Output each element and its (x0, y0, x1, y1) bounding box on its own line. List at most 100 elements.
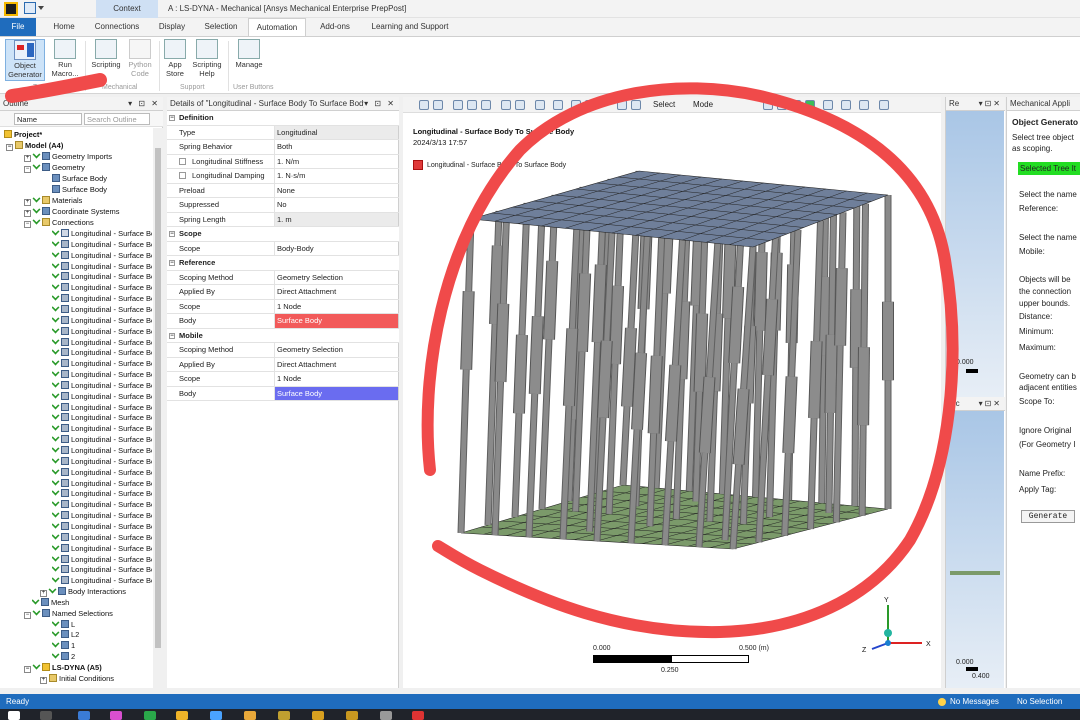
row-mobile-applied-by[interactable]: Applied By Direct Attachment (167, 357, 399, 372)
tab-add-ons[interactable]: Add-ons (312, 18, 358, 36)
tree-item-spring[interactable]: Longitudinal - Surface Body To Surface B… (52, 390, 152, 402)
parameter-checkbox[interactable] (179, 157, 186, 165)
collapse-icon[interactable]: − (169, 260, 175, 266)
browser-icon[interactable] (110, 711, 122, 720)
app-icon[interactable] (380, 711, 392, 720)
row-reference-applied-by[interactable]: Applied By Direct Attachment (167, 285, 399, 300)
tree-item-spring[interactable]: Longitudinal - Surface Body To Surface B… (52, 445, 152, 456)
tree-item-surface-body[interactable]: Surface Body (52, 184, 107, 195)
scripting-button[interactable]: Scripting (88, 39, 124, 69)
python-code-button[interactable]: Python Code (124, 39, 156, 78)
tab-file[interactable]: File (0, 18, 36, 36)
tree-item-geometry[interactable]: − Geometry (24, 162, 85, 173)
tree-item-spring[interactable]: Longitudinal - Surface Body To Surface B… (52, 466, 152, 478)
search-outline-input[interactable]: Search Outline (84, 113, 150, 125)
panel-pin-close-icon[interactable]: ▾ ⊡ ✕ (128, 97, 160, 110)
collapse-icon[interactable]: − (24, 166, 31, 173)
row-spring-behavior[interactable]: Spring Behavior Both (167, 140, 399, 155)
app-icon[interactable] (244, 711, 256, 720)
graphics-viewport[interactable]: Select Mode Longitudinal - Surface Body … (403, 97, 941, 688)
tree-item-surface-body[interactable]: Surface Body (52, 173, 107, 184)
tree-item-spring[interactable]: Longitudinal - Surface Body To Surface B… (52, 314, 152, 326)
tree-item-mesh[interactable]: Mesh (32, 596, 69, 608)
tree-item-spring[interactable]: Longitudinal - Surface Body To Surface B… (52, 347, 152, 358)
status-messages[interactable]: No Messages (950, 694, 999, 709)
tree-item-model[interactable]: − Model (A4) (6, 140, 63, 151)
tree-item-spring[interactable]: Longitudinal - Surface Body To Surface B… (52, 520, 152, 532)
parameter-checkbox[interactable] (179, 172, 186, 179)
tree-item-spring[interactable]: Longitudinal - Surface Body To Surface B… (52, 238, 152, 250)
tree-item-named-selection[interactable]: 1 (52, 640, 75, 651)
tree-item-spring[interactable]: Longitudinal - Surface Body To Surface B… (52, 249, 152, 261)
tab-home[interactable]: Home (44, 18, 84, 36)
scripting-help-button[interactable]: Scripting Help (190, 39, 224, 78)
outline-scrollbar[interactable] (153, 128, 163, 688)
collapse-icon[interactable]: − (169, 332, 175, 339)
quick-access-dropdown-icon[interactable] (38, 6, 44, 10)
tree-item-spring[interactable]: Longitudinal - Surface Body To Surface B… (52, 379, 152, 391)
name-filter-select[interactable]: Name (14, 113, 82, 125)
tree-item-named-selections[interactable]: − Named Selections (24, 607, 113, 619)
save-icon[interactable] (24, 2, 36, 14)
expand-icon[interactable]: + (40, 676, 47, 684)
taskview-icon[interactable] (78, 711, 90, 720)
object-generator-button[interactable]: Object Generator (5, 39, 45, 81)
collapse-icon[interactable]: − (24, 666, 31, 673)
tree-item-spring[interactable]: Longitudinal - Surface Body To Surface B… (52, 260, 152, 272)
row-mobile-body[interactable]: Body Surface Body (167, 386, 399, 401)
panel-pin-close-icon[interactable]: ▾⊡✕ (979, 397, 1002, 410)
search-icon[interactable] (40, 711, 52, 720)
tree-item-spring[interactable]: Longitudinal - Surface Body To Surface B… (52, 477, 152, 489)
reference-body-value[interactable]: Surface Body (274, 314, 398, 328)
tree-item-project[interactable]: Project* (4, 129, 42, 140)
tree-item-geometry-imports[interactable]: + Geometry Imports (24, 151, 112, 162)
row-suppressed[interactable]: Suppressed No (167, 198, 399, 213)
tree-item-coordinate-systems[interactable]: + Coordinate Systems (24, 206, 120, 217)
tree-item-spring[interactable]: Longitudinal - Surface Body To Surface B… (52, 401, 152, 413)
tab-learning-support[interactable]: Learning and Support (364, 18, 456, 36)
section-mobile[interactable]: − Mobile (167, 328, 399, 343)
tree-item-spring[interactable]: Longitudinal - Surface Body To Surface B… (52, 412, 152, 423)
row-preload[interactable]: Preload None (167, 183, 399, 198)
tree-item-spring[interactable]: Longitudinal - Surface Body To Surface B… (52, 542, 152, 554)
panel-pin-close-icon[interactable]: ▾⊡✕ (979, 97, 1002, 110)
tree-item-spring[interactable]: Longitudinal - Surface Body To Surface B… (52, 455, 152, 467)
row-mobile-scope[interactable]: Scope 1 Node (167, 372, 399, 387)
tree-item-materials[interactable]: + Materials (24, 195, 82, 206)
expand-icon[interactable]: + (24, 210, 31, 217)
ansys-taskbar-icon[interactable] (346, 711, 358, 720)
manage-button[interactable]: Manage (232, 39, 266, 69)
tree-item-named-selection[interactable]: 2 (52, 651, 75, 662)
row-longitudinal-stiffness[interactable]: Longitudinal Stiffness 1. N/m (167, 154, 399, 169)
tree-item-spring[interactable]: Longitudinal - Surface Body To Surface B… (52, 282, 152, 293)
section-definition[interactable]: − Definition (167, 111, 399, 126)
generate-button[interactable]: Generate (1021, 510, 1075, 523)
ansys-taskbar-icon[interactable] (312, 711, 324, 720)
tree-item-body-interactions[interactable]: + Body Interactions (40, 586, 126, 598)
tree-item-spring[interactable]: Longitudinal - Surface Body To Surface B… (52, 564, 152, 575)
tab-connections[interactable]: Connections (88, 18, 146, 36)
run-macro-button[interactable]: Run Macro... (49, 39, 81, 78)
messages-icon[interactable] (938, 698, 946, 706)
tree-item-spring[interactable]: Longitudinal - Surface Body To Surface B… (52, 358, 152, 369)
tree-item-spring[interactable]: Longitudinal - Surface Body To Surface B… (52, 293, 152, 304)
app-icon[interactable] (412, 711, 424, 720)
row-reference-scoping-method[interactable]: Scoping Method Geometry Selection (167, 270, 399, 285)
section-scope[interactable]: − Scope (167, 227, 399, 242)
tree-item-named-selection[interactable]: L2 (52, 629, 79, 640)
scrollbar-thumb[interactable] (155, 148, 161, 648)
tree-item-spring[interactable]: Longitudinal - Surface Body To Surface B… (52, 499, 152, 510)
selected-tree-items-button[interactable]: Selected Tree It (1018, 162, 1080, 175)
tree-item-spring[interactable]: Longitudinal - Surface Body To Surface B… (52, 434, 152, 445)
tree-item-spring[interactable]: Longitudinal - Surface Body To Surface B… (52, 553, 152, 565)
collapse-icon[interactable]: − (6, 144, 13, 151)
ansys-taskbar-icon[interactable] (278, 711, 290, 720)
collapse-icon[interactable]: − (24, 611, 31, 619)
section-reference[interactable]: − Reference (167, 256, 399, 271)
tree-item-spring[interactable]: Longitudinal - Surface Body To Surface B… (52, 336, 152, 348)
file-explorer-icon[interactable] (176, 711, 188, 720)
context-tab[interactable]: Context (96, 0, 158, 18)
row-mobile-scoping-method[interactable]: Scoping Method Geometry Selection (167, 343, 399, 358)
expand-icon[interactable]: + (24, 155, 31, 162)
mobile-body-value[interactable]: Surface Body (274, 386, 398, 401)
